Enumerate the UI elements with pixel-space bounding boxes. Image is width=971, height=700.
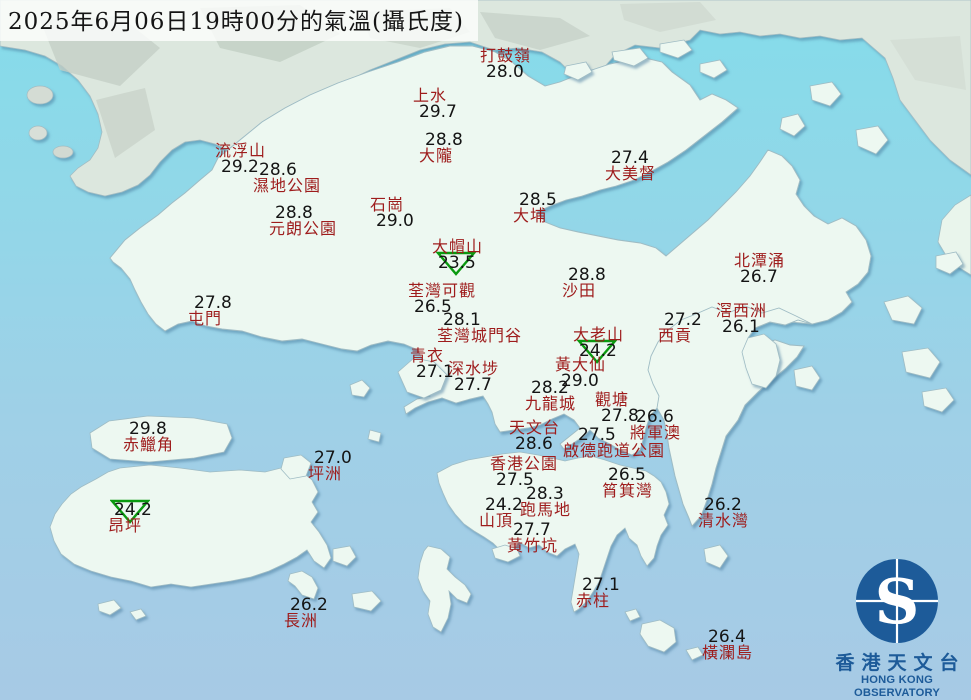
logo-name-en: HONG KONG OBSERVATORY — [827, 674, 967, 700]
station-name: 啟德跑道公園 — [563, 443, 665, 459]
station: 上水29.7 — [413, 88, 457, 120]
station-value: 29.7 — [419, 104, 457, 120]
logo-name-zh: 香港天文台 — [834, 653, 967, 673]
station: 28.3跑馬地 — [520, 486, 571, 518]
station: 28.8元朗公園 — [269, 205, 337, 237]
station: 28.1荃灣城門谷 — [437, 312, 522, 344]
station-value: 28.0 — [486, 64, 531, 80]
station-name: 坪洲 — [308, 466, 352, 482]
station-name: 屯門 — [188, 311, 232, 327]
station: 滘西洲26.1 — [716, 303, 767, 335]
station-name: 赤鱲角 — [123, 437, 174, 453]
station: 28.5大埔 — [513, 192, 557, 224]
station-name: 元朗公園 — [269, 221, 337, 237]
station-name: 大美督 — [605, 166, 656, 182]
station-value: 26.1 — [722, 319, 767, 335]
station-value: 29.0 — [376, 213, 414, 229]
station-name: 西貢 — [658, 328, 702, 344]
station: 28.6濕地公園 — [253, 162, 321, 194]
station: 深水埗27.7 — [448, 361, 499, 393]
station-name: 荃灣城門谷 — [437, 328, 522, 344]
station: 天文台28.6 — [509, 420, 560, 452]
station-name: 九龍城 — [525, 396, 576, 412]
hko-logo: S 香港天文台 HONG KONG OBSERVATORY — [827, 557, 967, 700]
station: 26.2長洲 — [284, 597, 328, 629]
station-value: 28.6 — [515, 436, 560, 452]
station: 27.4大美督 — [605, 150, 656, 182]
station-name: 橫瀾島 — [702, 645, 753, 661]
station: 26.4橫瀾島 — [702, 629, 753, 661]
station-name: 大隴 — [419, 148, 463, 164]
station-name: 昂坪 — [108, 518, 152, 534]
station-name: 大埔 — [513, 208, 557, 224]
station: 27.7黃竹坑 — [507, 522, 558, 554]
station: 28.8大隴 — [419, 132, 463, 164]
station: 27.1赤柱 — [576, 577, 620, 609]
station: 24.2昂坪 — [108, 502, 152, 534]
station-name: 筲箕灣 — [602, 483, 653, 499]
map-title: 2025年6月06日19時00分的氣溫(攝氏度) — [0, 0, 478, 41]
station: 26.5筲箕灣 — [602, 467, 653, 499]
station: 28.2九龍城 — [525, 380, 576, 412]
station-value: 23.5 — [438, 255, 483, 271]
station: 石崗29.0 — [370, 197, 414, 229]
station-name: 濕地公園 — [253, 178, 321, 194]
station-value: 27.7 — [454, 377, 499, 393]
station-name: 清水灣 — [698, 513, 749, 529]
station-name: 跑馬地 — [520, 502, 571, 518]
svg-text:S: S — [875, 565, 920, 638]
station-name: 黃竹坑 — [507, 538, 558, 554]
station: 28.8沙田 — [562, 267, 606, 299]
station-value: 26.7 — [740, 269, 785, 285]
station: 26.2清水灣 — [698, 497, 749, 529]
temperature-map-page: 2025年6月06日19時00分的氣溫(攝氏度) 打鼓嶺28.0 上水29.7 28… — [0, 0, 971, 700]
station: 27.0坪洲 — [308, 450, 352, 482]
station: 北潭涌26.7 — [734, 253, 785, 285]
station: 27.5啟德跑道公園 — [563, 427, 665, 459]
station: 27.8屯門 — [188, 295, 232, 327]
hko-s-emblem-icon: S — [849, 557, 945, 649]
station: 大帽山23.5 — [432, 239, 483, 271]
hong-kong-map — [0, 0, 971, 700]
station-name: 長洲 — [284, 613, 328, 629]
station-name: 沙田 — [562, 283, 606, 299]
station: 打鼓嶺28.0 — [480, 48, 531, 80]
station-name: 赤柱 — [576, 593, 620, 609]
station: 29.8赤鱲角 — [123, 421, 174, 453]
station: 27.2西貢 — [658, 312, 702, 344]
